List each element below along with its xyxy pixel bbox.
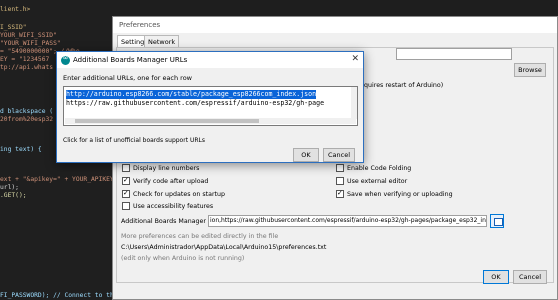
preferences-titlebar[interactable]: Preferences — [113, 17, 557, 33]
vertical-scrollbar[interactable] — [351, 87, 357, 119]
code-line: I_SSID" — [0, 24, 27, 31]
arduino-logo-icon — [61, 54, 70, 65]
code-line: YOUR_WIFI_SSID" — [0, 32, 57, 39]
dialog-titlebar[interactable]: Additional Boards Manager URLs ✕ — [57, 52, 363, 68]
preferences-cancel-button[interactable]: Cancel — [513, 270, 547, 284]
option-label: Display line numbers — [133, 165, 200, 172]
code-line: url); — [0, 184, 19, 191]
urls-textarea[interactable]: http://arduino.esp8266.com/stable/packag… — [63, 86, 358, 126]
code-folding-checkbox[interactable] — [336, 164, 344, 172]
edit-note: (edit only when Arduino is not running) — [121, 255, 245, 262]
boards-url-input[interactable]: ion,https://raw.githubusercontent.com/es… — [208, 215, 487, 227]
code-line: FI_PASSWORD); // Connect to the network — [0, 292, 120, 299]
dialog-title: Additional Boards Manager URLs — [73, 56, 188, 64]
check-updates-checkbox[interactable] — [122, 189, 130, 198]
horizontal-scrollbar[interactable] — [65, 118, 356, 124]
code-line: ext + "&apikey=" + YOUR_APIKEY — [0, 176, 114, 183]
more-prefs-note: More preferences can be edited directly … — [121, 233, 279, 240]
sketchbook-location-input[interactable] — [396, 48, 512, 60]
browse-button[interactable]: Browse — [514, 63, 546, 77]
option-label: Use external editor — [347, 178, 408, 185]
scrollbar-thumb[interactable] — [75, 119, 259, 123]
save-on-verify-checkbox[interactable] — [336, 189, 344, 198]
code-line: d blackspace ( — [0, 108, 54, 115]
option-label: Enable Code Folding — [347, 165, 412, 172]
code-line: tp://api.whats — [0, 64, 54, 71]
preferences-ok-button[interactable]: OK — [483, 270, 509, 284]
accessibility-checkbox[interactable] — [122, 202, 130, 210]
dialog-prompt: Enter additional URLs, one for each row — [63, 74, 193, 82]
option-label: Verify code after upload — [133, 178, 209, 185]
url-line[interactable]: https://raw.githubusercontent.com/espres… — [66, 99, 324, 108]
code-line: 20from%20esp32 — [0, 116, 54, 123]
unofficial-urls-link[interactable]: Click for a list of unofficial boards su… — [63, 137, 205, 144]
code-line: lient.h> — [0, 6, 31, 13]
verify-code-checkbox[interactable] — [122, 176, 130, 185]
dialog-cancel-button[interactable]: Cancel — [323, 148, 355, 162]
code-line: .GET(); — [0, 192, 27, 199]
url-line[interactable]: http://arduino.esp8266.com/stable/packag… — [66, 90, 317, 99]
code-line: EY = "1234567 — [0, 56, 50, 63]
dialog-ok-button[interactable]: OK — [293, 148, 319, 162]
option-label: Save when verifying or uploading — [347, 191, 453, 198]
display-line-numbers-checkbox[interactable] — [122, 164, 130, 172]
boards-urls-dialog: Additional Boards Manager URLs ✕ Enter a… — [56, 51, 364, 163]
restart-note: quires restart of Arduino) — [364, 82, 444, 89]
tab-network[interactable]: Network — [144, 35, 180, 47]
external-editor-checkbox[interactable] — [336, 177, 344, 185]
option-label: Use accessibility features — [133, 203, 214, 210]
close-icon[interactable]: ✕ — [351, 54, 359, 64]
preferences-title: Preferences — [119, 21, 161, 29]
option-label: Check for updates on startup — [133, 191, 225, 198]
open-url-list-icon[interactable] — [490, 214, 504, 228]
code-line: "YOUR_WIFI_PASS" — [0, 40, 61, 47]
code-line: ing text) { — [0, 146, 42, 153]
prefs-file-path[interactable]: C:\Users\Administrador\AppData\Local\Ard… — [121, 244, 326, 251]
